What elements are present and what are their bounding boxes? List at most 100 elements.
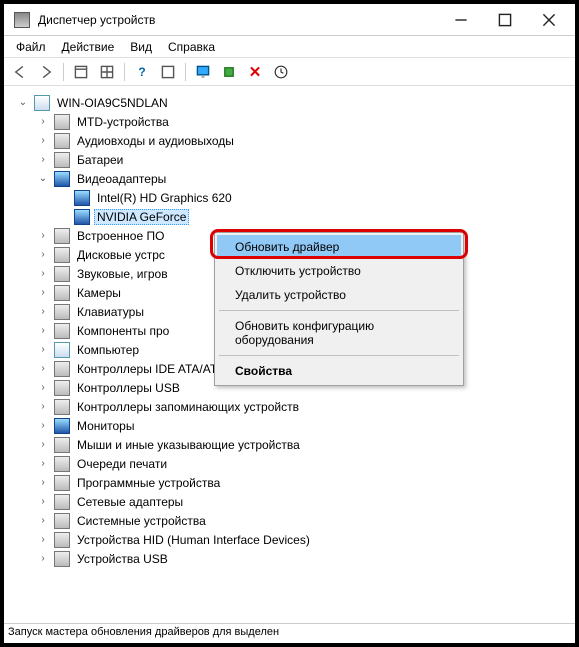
tree-item[interactable]: ›Мониторы bbox=[8, 416, 571, 435]
context-remove-device[interactable]: Удалить устройство bbox=[217, 283, 461, 307]
chevron-right-icon[interactable]: › bbox=[36, 381, 50, 395]
context-update-driver[interactable]: Обновить драйвер bbox=[217, 235, 461, 259]
context-properties[interactable]: Свойства bbox=[217, 359, 461, 383]
tree-item-gpu[interactable]: Intel(R) HD Graphics 620 bbox=[8, 188, 571, 207]
tree-item[interactable]: ›Сетевые адаптеры bbox=[8, 492, 571, 511]
chevron-right-icon[interactable]: › bbox=[36, 362, 50, 376]
menubar: Файл Действие Вид Справка bbox=[4, 36, 575, 58]
forward-button[interactable] bbox=[34, 61, 58, 83]
close-icon bbox=[542, 13, 556, 27]
toolbar-button-2[interactable] bbox=[95, 61, 119, 83]
window-title: Диспетчер устройств bbox=[38, 13, 439, 27]
maximize-button[interactable] bbox=[483, 6, 527, 34]
battery-icon bbox=[54, 152, 70, 168]
usb-icon bbox=[54, 380, 70, 396]
chevron-right-icon[interactable]: › bbox=[36, 552, 50, 566]
titlebar: Диспетчер устройств bbox=[4, 4, 575, 36]
root-label: WIN-OIA9C5NDLAN bbox=[54, 95, 171, 111]
panel-icon bbox=[74, 65, 88, 79]
monitor-icon bbox=[196, 65, 210, 79]
app-icon bbox=[14, 12, 30, 28]
tree-item[interactable]: ›Аудиовходы и аудиовыходы bbox=[8, 131, 571, 150]
context-separator bbox=[219, 310, 459, 311]
update-icon bbox=[222, 65, 236, 79]
system-icon bbox=[54, 513, 70, 529]
tree-item[interactable]: ›Контроллеры запоминающих устройств bbox=[8, 397, 571, 416]
chevron-right-icon[interactable]: › bbox=[36, 476, 50, 490]
menu-help[interactable]: Справка bbox=[160, 38, 223, 56]
toolbar-button-4[interactable] bbox=[156, 61, 180, 83]
tree-item[interactable]: ›Устройства USB bbox=[8, 549, 571, 568]
menu-file[interactable]: Файл bbox=[8, 38, 54, 56]
statusbar: Запуск мастера обновления драйверов для … bbox=[4, 623, 575, 643]
computer-icon bbox=[34, 95, 50, 111]
chevron-right-icon[interactable]: › bbox=[36, 343, 50, 357]
close-button[interactable] bbox=[527, 6, 571, 34]
minimize-icon bbox=[454, 13, 468, 27]
chevron-right-icon[interactable]: › bbox=[36, 286, 50, 300]
context-disable-device[interactable]: Отключить устройство bbox=[217, 259, 461, 283]
circle-arrow-icon bbox=[274, 65, 288, 79]
storage-icon bbox=[54, 399, 70, 415]
keyboard-icon bbox=[54, 304, 70, 320]
computer-icon bbox=[54, 342, 70, 358]
toolbar: ? ✕ bbox=[4, 58, 575, 86]
context-scan-hardware[interactable]: Обновить конфигурацию оборудования bbox=[217, 314, 461, 352]
chevron-down-icon[interactable]: ⌄ bbox=[36, 172, 50, 186]
menu-action[interactable]: Действие bbox=[54, 38, 123, 56]
chevron-right-icon[interactable]: › bbox=[36, 438, 50, 452]
chevron-right-icon[interactable]: › bbox=[36, 153, 50, 167]
chevron-down-icon[interactable]: ⌄ bbox=[16, 96, 30, 110]
chevron-right-icon[interactable]: › bbox=[36, 457, 50, 471]
help-button[interactable]: ? bbox=[130, 61, 154, 83]
menu-view[interactable]: Вид bbox=[122, 38, 160, 56]
minimize-button[interactable] bbox=[439, 6, 483, 34]
ide-icon bbox=[54, 361, 70, 377]
camera-icon bbox=[54, 285, 70, 301]
display-icon bbox=[54, 171, 70, 187]
chevron-right-icon[interactable]: › bbox=[36, 495, 50, 509]
disk-icon bbox=[54, 247, 70, 263]
tree-item[interactable]: ›Очереди печати bbox=[8, 454, 571, 473]
chevron-right-icon[interactable]: › bbox=[36, 115, 50, 129]
chevron-right-icon[interactable]: › bbox=[36, 514, 50, 528]
tree-item-video[interactable]: ⌄Видеоадаптеры bbox=[8, 169, 571, 188]
device-icon bbox=[54, 114, 70, 130]
arrow-left-icon bbox=[13, 65, 27, 79]
chevron-right-icon[interactable]: › bbox=[36, 305, 50, 319]
chevron-right-icon[interactable]: › bbox=[36, 324, 50, 338]
update-driver-button[interactable] bbox=[217, 61, 241, 83]
grid-icon bbox=[100, 65, 114, 79]
device-icon bbox=[54, 323, 70, 339]
maximize-icon bbox=[498, 13, 512, 27]
uninstall-button[interactable]: ✕ bbox=[243, 61, 267, 83]
context-menu: Обновить драйвер Отключить устройство Уд… bbox=[214, 232, 464, 386]
software-icon bbox=[54, 475, 70, 491]
chevron-right-icon[interactable]: › bbox=[36, 419, 50, 433]
status-text: Запуск мастера обновления драйверов для … bbox=[8, 626, 279, 638]
tree-item[interactable]: ›Программные устройства bbox=[8, 473, 571, 492]
chevron-right-icon[interactable]: › bbox=[36, 267, 50, 281]
chevron-right-icon[interactable]: › bbox=[36, 134, 50, 148]
tree-item[interactable]: ›Системные устройства bbox=[8, 511, 571, 530]
scan-hardware-button[interactable] bbox=[191, 61, 215, 83]
tree-item[interactable]: ›Батареи bbox=[8, 150, 571, 169]
usb-icon bbox=[54, 551, 70, 567]
audio-icon bbox=[54, 133, 70, 149]
disable-button[interactable] bbox=[269, 61, 293, 83]
chevron-right-icon[interactable]: › bbox=[36, 229, 50, 243]
back-button[interactable] bbox=[8, 61, 32, 83]
chevron-right-icon[interactable]: › bbox=[36, 248, 50, 262]
list-icon bbox=[161, 65, 175, 79]
chevron-right-icon[interactable]: › bbox=[36, 533, 50, 547]
tree-item[interactable]: ›Устройства HID (Human Interface Devices… bbox=[8, 530, 571, 549]
hid-icon bbox=[54, 532, 70, 548]
tree-item[interactable]: ›MTD-устройства bbox=[8, 112, 571, 131]
chevron-right-icon[interactable]: › bbox=[36, 400, 50, 414]
tree-item-gpu-selected[interactable]: NVIDIA GeForce bbox=[8, 207, 571, 226]
tree-root[interactable]: ⌄ WIN-OIA9C5NDLAN bbox=[8, 93, 571, 112]
tree-item[interactable]: ›Мыши и иные указывающие устройства bbox=[8, 435, 571, 454]
toolbar-button-1[interactable] bbox=[69, 61, 93, 83]
help-icon: ? bbox=[138, 65, 145, 79]
x-icon: ✕ bbox=[249, 63, 262, 81]
